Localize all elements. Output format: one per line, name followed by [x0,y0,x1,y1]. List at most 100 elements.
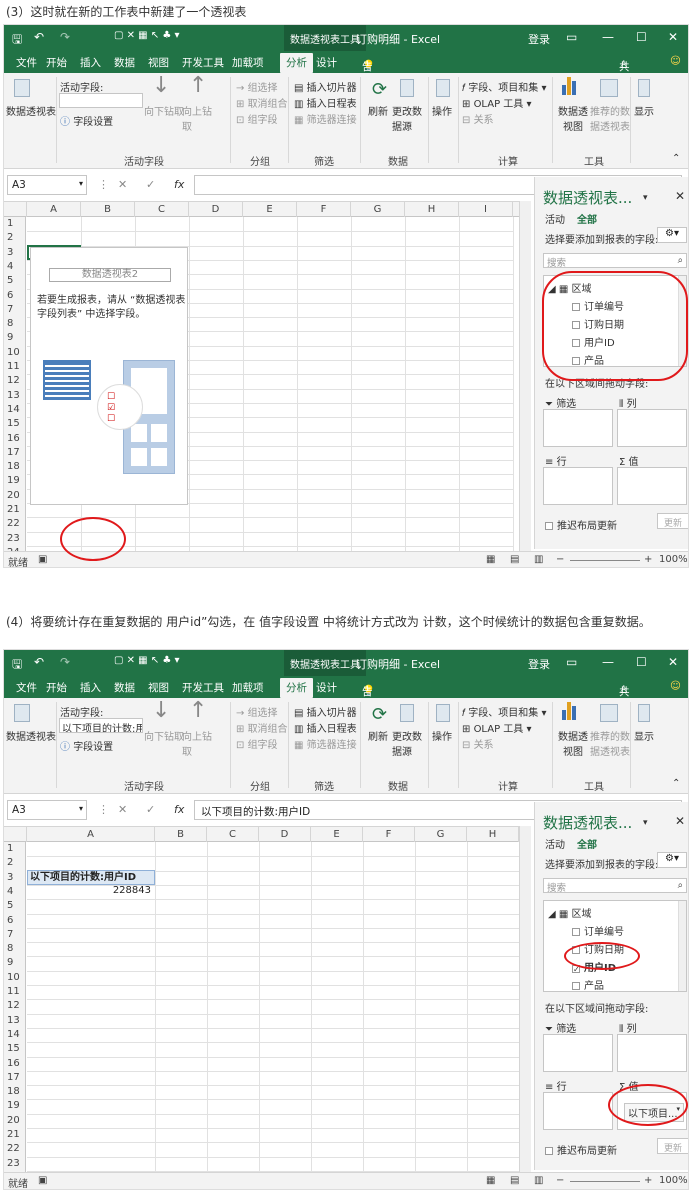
minimize-icon[interactable]: — [602,30,614,44]
row-header[interactable]: 20 [4,1114,26,1128]
tab-1[interactable]: 开始 [46,55,67,70]
field-search-input[interactable]: 搜索 ⌕ [543,253,687,269]
active-field-input[interactable]: 以下项目的计数:用户 [59,718,143,733]
quick-access-icons[interactable]: ▢ ✕ ▦ ↖ ♣ ▾ [114,655,180,666]
row-header[interactable]: 14 [4,403,26,417]
row-header[interactable]: 8 [4,942,26,956]
normal-view-icon[interactable]: ▦ [486,554,495,565]
active-field-input[interactable] [59,93,143,108]
name-box[interactable]: A3 ▾ [7,800,87,820]
page-break-icon[interactable]: ▥ [534,554,543,565]
row-header[interactable]: 3 [4,246,26,260]
tab-6[interactable]: 加载项 [232,55,264,70]
row-header[interactable]: 21 [4,1128,26,1142]
row-header[interactable]: 14 [4,1028,26,1042]
tab-5[interactable]: 开发工具 [182,55,224,70]
function-icon[interactable]: fx [174,178,184,191]
tab-4[interactable]: 视图 [148,55,169,70]
zoom-slider[interactable] [570,1181,640,1182]
page-break-icon[interactable]: ▥ [534,1175,543,1186]
enter-icon[interactable]: ✓ [146,803,155,816]
row-header[interactable]: 9 [4,956,26,970]
pane-tab-all[interactable]: 全部 [577,836,597,851]
row-header[interactable]: 19 [4,1099,26,1113]
group-field-button[interactable]: ⊡ 组字段 [236,111,278,126]
row-header[interactable]: 1 [4,217,26,231]
pane-tab-active[interactable]: 活动 [545,211,565,226]
row-header[interactable]: 5 [4,274,26,288]
row-header[interactable]: 18 [4,1085,26,1099]
relationships-button[interactable]: ⊟ 关系 [462,111,494,126]
rows-drop-area[interactable] [543,1092,613,1130]
smiley-icon[interactable]: ☺ [670,55,681,67]
insert-slicer-button[interactable]: ▤ 插入切片器 [294,79,357,94]
login-link[interactable]: 登录 [528,656,550,672]
show-button[interactable]: 显示 [634,728,654,743]
relationships-button[interactable]: ⊟ 关系 [462,736,494,751]
page-layout-icon[interactable]: ▤ [510,1175,519,1186]
normal-view-icon[interactable]: ▦ [486,1175,495,1186]
maximize-icon[interactable]: ☐ [636,655,647,669]
ribbon-display-icon[interactable]: ▭ [566,655,577,669]
macro-record-icon[interactable]: ▣ [38,1175,47,1186]
tab-7[interactable]: 分析 [280,53,313,73]
row-header[interactable]: 3 [4,871,26,885]
row-header[interactable]: 17 [4,446,26,460]
select-all-corner[interactable] [4,827,27,842]
pivot-table-icon[interactable] [14,704,30,725]
refresh-button[interactable]: 刷新 [368,103,388,118]
tab-2[interactable]: 插入 [80,55,101,70]
column-header[interactable]: G [351,202,405,217]
undo-icon[interactable]: ↶ [34,655,44,669]
field-settings-button[interactable]: ⓘ 字段设置 [60,738,113,753]
tab-3[interactable]: 数据 [114,680,135,695]
pivot-chart-button[interactable]: 数据透视图 [556,728,590,758]
column-header[interactable]: A [27,202,81,217]
tab-0[interactable]: 文件 [16,680,37,695]
row-header[interactable]: 15 [4,1042,26,1056]
cancel-icon[interactable]: ✕ [118,803,127,816]
columns-drop-area[interactable] [617,1034,687,1072]
row-header[interactable]: 23 [4,1157,26,1171]
quick-access-icons[interactable]: ▢ ✕ ▦ ↖ ♣ ▾ [114,30,180,41]
row-header[interactable]: 12 [4,374,26,388]
refresh-icon[interactable]: ⟳ [372,704,387,725]
tab-6[interactable]: 加载项 [232,680,264,695]
refresh-icon[interactable]: ⟳ [372,79,387,100]
drill-up-button[interactable]: 向上钻取 [182,103,212,133]
show-button[interactable]: 显示 [634,103,654,118]
zoom-slider[interactable] [570,560,640,561]
insert-timeline-button[interactable]: ▥ 插入日程表 [294,720,357,735]
cancel-icon[interactable]: ✕ [118,178,127,191]
undo-icon[interactable]: ↶ [34,30,44,44]
field-settings-button[interactable]: ⓘ 字段设置 [60,113,113,128]
drill-up-icon[interactable]: ↑ [189,698,207,723]
vertical-scrollbar[interactable] [519,201,531,560]
pivot-chart-icon[interactable] [562,77,576,98]
change-source-icon[interactable] [400,704,414,725]
pane-settings-icon[interactable]: ⚙▾ [657,227,687,243]
tab-8[interactable]: 设计 [316,680,337,695]
group-field-button[interactable]: ⊡ 组字段 [236,736,278,751]
tab-0[interactable]: 文件 [16,55,37,70]
pane-options-icon[interactable]: ▾ [643,193,648,203]
row-header[interactable]: 9 [4,331,26,345]
pane-tab-all[interactable]: 全部 [577,211,597,226]
column-header[interactable]: F [363,827,415,842]
zoom-out-icon[interactable]: − [556,1175,564,1186]
column-header[interactable]: B [81,202,135,217]
login-link[interactable]: 登录 [528,31,550,47]
column-header[interactable]: D [259,827,311,842]
row-header[interactable]: 7 [4,303,26,317]
tab-4[interactable]: 视图 [148,680,169,695]
redo-icon[interactable]: ↷ [60,655,70,669]
collapse-ribbon-icon[interactable]: ⌃ [672,153,680,164]
column-header[interactable]: E [243,202,297,217]
recommended-pivot-icon[interactable] [600,704,618,725]
maximize-icon[interactable]: ☐ [636,30,647,44]
filter-connections-button[interactable]: ▦ 筛选器连接 [294,111,357,126]
row-header[interactable]: 12 [4,999,26,1013]
close-icon[interactable]: ✕ [668,655,678,669]
field-checkbox-3[interactable]: 产品 [572,977,604,991]
column-header[interactable]: H [405,202,459,217]
